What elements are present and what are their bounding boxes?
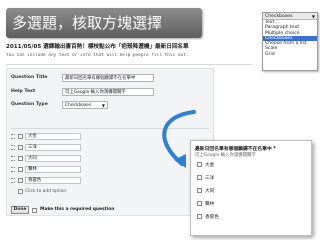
question-title-input[interactable]: 最新日回名單有哪個願譯不在名單中	[62, 74, 154, 82]
question-type-label: Question Type	[11, 102, 48, 107]
done-button[interactable]: Done	[11, 206, 29, 214]
preview-option-label: 大金	[205, 163, 215, 168]
checkbox	[18, 156, 23, 161]
drag-handle-icon[interactable]	[11, 167, 15, 172]
checkbox	[18, 189, 23, 194]
checkbox[interactable]	[197, 214, 202, 219]
option-input[interactable]: 聲林	[25, 166, 81, 173]
checkbox	[18, 167, 23, 172]
menu-item-grid[interactable]: Grid	[263, 52, 317, 57]
question-type-dropdown[interactable]: Checkboxes ▼ Text Paragraph text Multipl…	[262, 12, 318, 71]
option-input[interactable]: 大金	[25, 133, 81, 140]
preview-option[interactable]: 三洋	[197, 175, 214, 182]
preview-option-label: 三洋	[205, 176, 215, 181]
checkbox	[18, 134, 23, 139]
chevron-down-icon: ▼	[101, 103, 105, 108]
preview-panel: 最新日回名單有哪個願譯不在名單中 * 可上Google 輸入你演機開關字 大金 …	[190, 140, 312, 236]
drag-handle-icon[interactable]	[11, 178, 15, 183]
preview-option-label: 聲林	[205, 202, 215, 207]
question-title-label: Question Title	[11, 75, 48, 80]
question-type-value: Checkboxes	[65, 103, 92, 108]
checkbox[interactable]	[197, 201, 202, 206]
help-text-label: Help Text	[11, 89, 36, 94]
checkbox[interactable]	[197, 175, 202, 180]
checkbox[interactable]	[197, 162, 202, 167]
preview-option[interactable]: 大金	[197, 162, 214, 169]
option-input[interactable]: 三洋	[25, 144, 81, 151]
checkbox	[18, 145, 23, 150]
preview-option[interactable]: 聲林	[197, 201, 214, 208]
preview-option[interactable]: 大同	[197, 188, 214, 195]
form-title[interactable]: 2011/05/05 選課輸出書百熱！標枝點公布「疤殼降瀝機」最新日回名單	[6, 42, 252, 50]
checkbox	[18, 178, 23, 183]
slide-title: 多選題，核取方塊選擇	[6, 8, 202, 38]
form-description[interactable]: You can include any text or info that wi…	[6, 53, 252, 58]
question-type-select[interactable]: Checkboxes ▼	[62, 101, 108, 109]
drag-handle-icon[interactable]	[11, 156, 15, 161]
drag-handle-icon[interactable]	[11, 145, 15, 150]
option-row: 香雷色	[11, 177, 211, 185]
checkbox[interactable]	[197, 188, 202, 193]
add-option-row[interactable]: Click to add option	[11, 188, 211, 196]
add-option-link[interactable]: Click to add option	[25, 189, 66, 194]
dropdown-selected-value: Checkboxes	[265, 14, 293, 19]
dropdown-header[interactable]: Checkboxes ▼	[263, 13, 317, 20]
drag-handle-icon[interactable]	[11, 134, 15, 139]
preview-option-label: 香雷色	[205, 215, 219, 220]
preview-help-text: 可上Google 輸入你演機開關字	[195, 153, 256, 158]
option-input[interactable]: 大同	[25, 155, 81, 162]
preview-question-title: 最新日回名單有哪個願譯不在名單中 *	[195, 147, 276, 152]
preview-option-label: 大同	[205, 189, 215, 194]
preview-option[interactable]: 香雷色	[197, 214, 219, 221]
required-checkbox[interactable]	[32, 208, 37, 213]
required-label: Make this a required question	[40, 207, 115, 212]
divider	[6, 64, 252, 65]
chevron-down-icon: ▼	[311, 14, 315, 19]
help-text-input[interactable]: 可上Google 輸入你演機開關字	[62, 88, 154, 96]
option-input[interactable]: 香雷色	[25, 177, 81, 184]
